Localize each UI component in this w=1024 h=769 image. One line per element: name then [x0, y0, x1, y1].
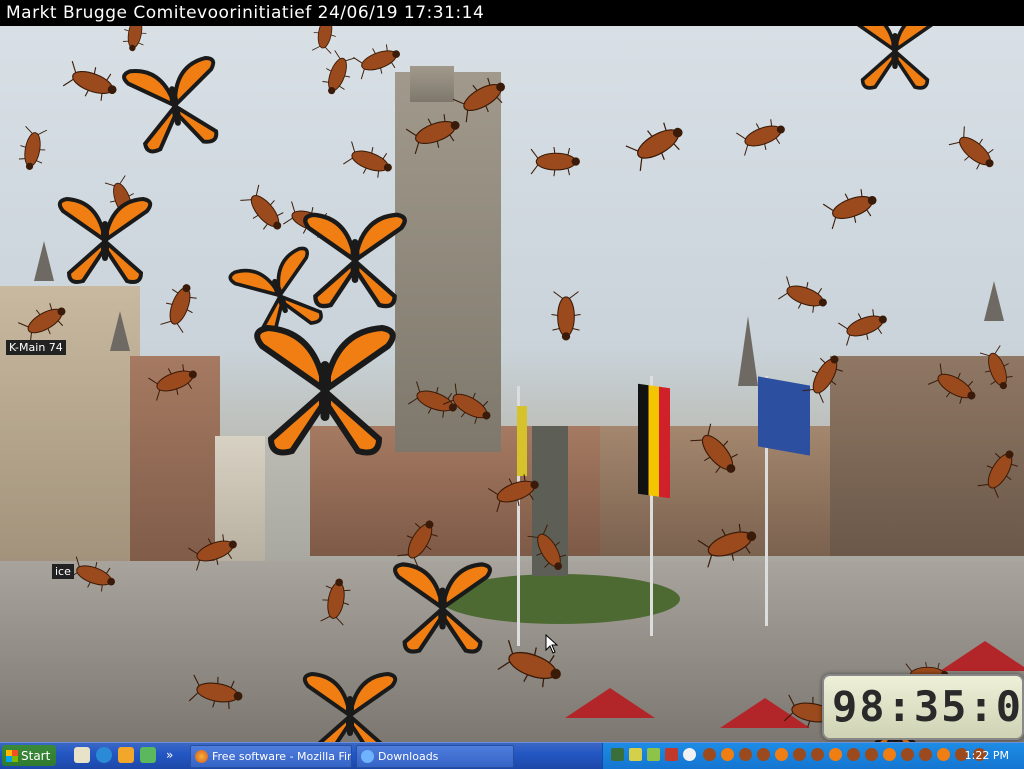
butterfly-icon: [302, 671, 398, 742]
cockroach-icon: [62, 60, 117, 101]
taskbar: Start » Free software - Mozilla Fir... D…: [0, 742, 1024, 769]
tray-app-icon[interactable]: [665, 748, 678, 761]
desktop-icon-label[interactable]: ice: [52, 564, 74, 579]
butterfly-icon: [57, 196, 153, 284]
mouse-cursor-icon: [545, 634, 559, 654]
cockroach-icon: [160, 284, 197, 333]
cockroach-icon: [122, 26, 147, 52]
camera-title: Markt Brugge Comitevoorinitiatief 24/06/…: [6, 3, 485, 23]
belfry-top: [410, 66, 454, 102]
tray-cockroach-icon[interactable]: [919, 748, 932, 761]
cockroach-icon: [18, 126, 48, 170]
tray-cockroach-icon[interactable]: [793, 748, 806, 761]
task-label: Free software - Mozilla Fir...: [212, 750, 352, 763]
task-downloads[interactable]: Downloads: [356, 745, 514, 768]
tray-butterfly-icon[interactable]: [775, 748, 788, 761]
webcam-scene: K-Main 74 ice: [0, 26, 1024, 742]
left-spire: [110, 311, 130, 351]
show-desktop-icon[interactable]: [74, 747, 90, 763]
desktop-clock-widget[interactable]: 98:35:04: [822, 674, 1024, 740]
task-firefox[interactable]: Free software - Mozilla Fir...: [190, 745, 352, 768]
cockroach-icon: [778, 276, 827, 313]
tray-butterfly-icon[interactable]: [937, 748, 950, 761]
messenger-icon[interactable]: [140, 747, 156, 763]
left-spire: [34, 241, 54, 281]
taskbar-clock[interactable]: 1:22 PM: [965, 749, 1009, 762]
butterfly-icon: [254, 324, 396, 456]
tray-cockroach-icon[interactable]: [865, 748, 878, 761]
media-player-icon[interactable]: [118, 747, 134, 763]
market-umbrella: [565, 688, 655, 718]
cockroach-icon: [240, 184, 284, 230]
tray-butterfly-icon[interactable]: [829, 748, 842, 761]
cockroach-icon: [838, 309, 887, 346]
tray-cockroach-icon[interactable]: [811, 748, 824, 761]
downloads-icon: [361, 750, 374, 763]
system-tray: 1:22 PM: [602, 743, 1024, 769]
tray-cockroach-icon[interactable]: [739, 748, 752, 761]
butterfly-icon: [122, 56, 219, 154]
tray-app-icon[interactable]: [647, 748, 660, 761]
desktop-icon-label[interactable]: K-Main 74: [6, 340, 66, 355]
firefox-icon: [195, 750, 208, 763]
market-umbrella: [940, 641, 1024, 671]
yellow-flag: [517, 406, 527, 476]
start-label: Start: [21, 748, 51, 763]
title-bar: Markt Brugge Comitevoorinitiatief 24/06/…: [0, 0, 1024, 26]
tray-cockroach-icon[interactable]: [901, 748, 914, 761]
church-spire: [738, 316, 758, 386]
right-spire: [984, 281, 1004, 321]
cockroach-icon: [625, 122, 683, 171]
tray-app-icon[interactable]: [629, 748, 642, 761]
start-button[interactable]: Start: [2, 745, 56, 766]
windows-logo-icon: [6, 749, 18, 762]
cockroach-icon: [551, 291, 581, 341]
cockroach-icon: [736, 119, 785, 156]
tray-cockroach-icon[interactable]: [847, 748, 860, 761]
quicklaunch-chevron-icon[interactable]: »: [166, 747, 176, 763]
tray-butterfly-icon[interactable]: [883, 748, 896, 761]
tray-app-icon[interactable]: [683, 748, 696, 761]
internet-explorer-icon[interactable]: [96, 747, 112, 763]
cockroach-icon: [530, 146, 580, 177]
task-label: Downloads: [378, 750, 439, 763]
cockroach-icon: [343, 141, 392, 178]
cockroach-icon: [948, 126, 994, 170]
clock-digits: 98:35:04: [832, 682, 1024, 731]
cockroach-icon: [822, 189, 877, 230]
tray-cockroach-icon[interactable]: [757, 748, 770, 761]
belgian-flag: [638, 383, 670, 499]
tray-butterfly-icon[interactable]: [721, 748, 734, 761]
tray-cockroach-icon[interactable]: [703, 748, 716, 761]
butterfly-icon: [856, 26, 934, 90]
butterfly-icon: [392, 562, 493, 654]
tray-book-icon[interactable]: [611, 748, 624, 761]
